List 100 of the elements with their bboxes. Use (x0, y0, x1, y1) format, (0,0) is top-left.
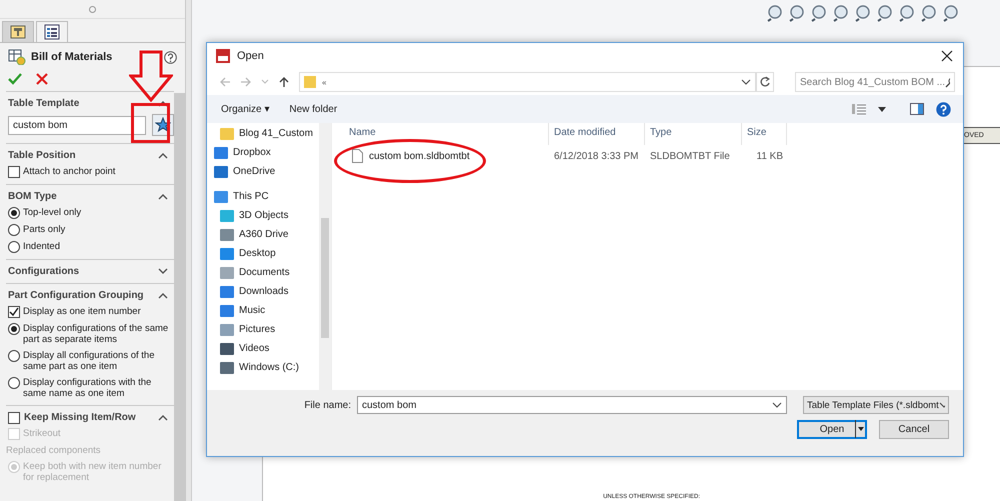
radio-button[interactable] (8, 241, 20, 253)
view-menu-icon[interactable] (852, 103, 866, 115)
file-name-field[interactable]: custom bom (357, 396, 787, 414)
nav-item[interactable]: Videos (207, 339, 319, 358)
close-icon[interactable] (941, 50, 953, 62)
grip-icon[interactable] (89, 6, 96, 12)
star-icon (155, 117, 171, 133)
option-label: Top-level only (23, 207, 82, 218)
nav-item[interactable]: This PC (207, 187, 319, 206)
search-field[interactable]: Search Blog 41_Custom BOM ... (795, 72, 955, 92)
option-label: Display configurations with the same name as one item (23, 377, 152, 399)
template-field[interactable]: custom bom (8, 116, 146, 134)
checkmark-icon[interactable] (8, 73, 22, 85)
section-title: Configurations (8, 266, 80, 277)
help-icon[interactable] (164, 50, 177, 64)
app-icon (215, 48, 231, 64)
address-bar[interactable]: « (299, 72, 756, 92)
radio-button[interactable] (8, 377, 20, 389)
file-row[interactable]: custom bom.sldbomtbt 6/12/2018 3:33 PM SLDBOMTBT File 11 KB (344, 145, 963, 167)
caret-icon[interactable] (878, 106, 886, 112)
chevron-icon[interactable] (158, 152, 168, 159)
nav-item[interactable]: 3D Objects (207, 206, 319, 225)
location-icon (213, 190, 229, 204)
chevron-icon[interactable] (158, 292, 168, 299)
view-tool-icon[interactable] (898, 4, 916, 22)
nav-item[interactable]: Dropbox (207, 143, 319, 162)
panel-tab[interactable] (36, 21, 68, 42)
section-title: Part Configuration Grouping (8, 290, 145, 301)
view-tool-icon[interactable] (854, 4, 872, 22)
caret-icon[interactable] (772, 402, 782, 408)
view-tool-icon[interactable] (876, 4, 894, 22)
view-tool-icon[interactable] (942, 4, 960, 22)
caret-icon (938, 402, 945, 408)
view-tool-icon[interactable] (832, 4, 850, 22)
location-icon (219, 266, 235, 280)
nav-item[interactable]: Desktop (207, 244, 319, 263)
scrollbar[interactable] (174, 93, 185, 501)
file-type-dropdown[interactable]: Table Template Files (*.sldbomt (803, 396, 949, 414)
view-tool-icon[interactable] (766, 4, 784, 22)
table-icon (8, 49, 26, 65)
location-icon (219, 228, 235, 242)
caret-icon[interactable] (741, 79, 751, 85)
highlight-box-annotation (131, 103, 170, 143)
option-label: Strikeout (23, 428, 60, 439)
section-title: BOM Type (8, 191, 58, 202)
refresh-button[interactable] (756, 72, 774, 92)
preview-pane-icon[interactable] (910, 103, 924, 115)
up-arrow-icon[interactable] (278, 76, 290, 88)
nav-item[interactable]: Blog 41_Custom (207, 124, 319, 143)
dialog-button[interactable]: Cancel (879, 420, 949, 439)
view-tool-icon[interactable] (788, 4, 806, 22)
scrollbar[interactable] (319, 123, 331, 390)
option-label: Parts only (23, 224, 66, 235)
nav-item[interactable]: Pictures (207, 320, 319, 339)
chevron-icon[interactable] (158, 268, 168, 275)
option-label: Indented (23, 241, 60, 252)
nav-item[interactable]: A360 Drive (207, 225, 319, 244)
toolbar-button[interactable]: Organize ▾ (221, 103, 270, 115)
nav-item[interactable]: Music (207, 301, 319, 320)
option-label: Display all configurations of the same part as one item (23, 350, 156, 372)
column-header[interactable]: Type (645, 123, 742, 145)
nav-item[interactable]: OneDrive (207, 162, 319, 181)
option-label: Attach to anchor point (23, 166, 116, 177)
radio-button[interactable] (8, 350, 20, 362)
nav-item[interactable]: Windows (C:) (207, 358, 319, 377)
arrow-annotation (129, 50, 173, 102)
checkbox[interactable] (8, 166, 20, 178)
column-header[interactable]: Date modified (549, 123, 645, 145)
chevron-icon[interactable] (158, 414, 168, 421)
caret-icon[interactable] (855, 420, 865, 438)
option-label: Keep both with new item number for replacement (23, 461, 162, 483)
option-label: Replaced components (6, 445, 101, 456)
section-title: Table Position (8, 150, 77, 161)
file-name-label: File name: (304, 400, 351, 410)
chevron-icon[interactable] (158, 193, 168, 200)
view-tool-icon[interactable] (920, 4, 938, 22)
section-title: Keep Missing Item/Row (24, 412, 137, 423)
help-icon[interactable] (936, 102, 951, 116)
location-icon (219, 246, 235, 260)
location-icon (219, 284, 235, 298)
radio-button[interactable] (8, 224, 20, 236)
panel-tab[interactable] (2, 21, 34, 42)
location-icon (213, 146, 229, 160)
toolbar-button[interactable]: New folder (289, 104, 338, 114)
nav-item[interactable]: Downloads (207, 282, 319, 301)
panel-title: Bill of Materials (31, 51, 114, 63)
list-icon (44, 24, 60, 40)
radio-button[interactable] (8, 323, 20, 335)
column-header[interactable]: Size (742, 123, 787, 145)
view-tool-icon[interactable] (810, 4, 828, 22)
dialog-button[interactable]: Open (797, 420, 867, 439)
nav-item[interactable]: Documents (207, 263, 319, 282)
checkbox[interactable] (8, 412, 20, 424)
location-icon (219, 322, 235, 336)
radio-button[interactable] (8, 207, 20, 219)
folder-icon (304, 75, 316, 89)
location-icon (219, 126, 235, 140)
dialog-title: Open (237, 50, 265, 62)
refresh-icon (759, 76, 771, 88)
checkbox[interactable] (8, 306, 20, 318)
